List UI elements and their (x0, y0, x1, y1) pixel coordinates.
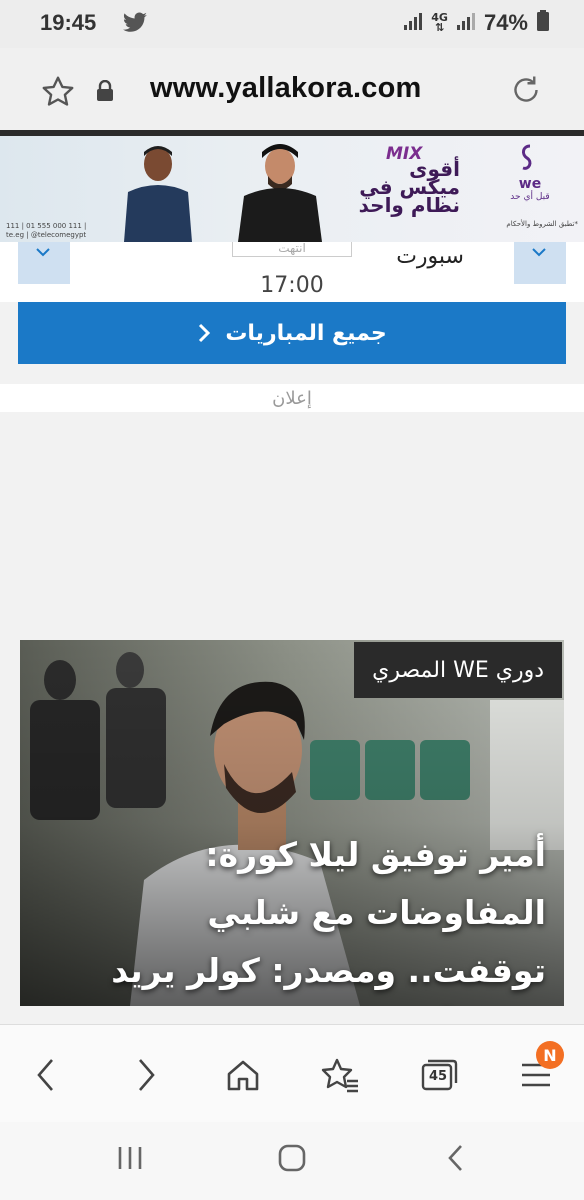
status-right-group: 4G ⇅ 74% (403, 10, 550, 36)
ad-label: إعلان (272, 388, 312, 409)
back-arrow-icon (37, 1059, 53, 1091)
match-status: انتهت (232, 242, 352, 257)
battery-icon (536, 10, 550, 36)
reload-icon[interactable] (508, 72, 544, 112)
recent-apps-icon (118, 1147, 142, 1169)
status-bar: 19:45 4G ⇅ 74% (0, 0, 584, 48)
twitter-icon (122, 12, 148, 38)
we-logo-icon (521, 144, 532, 170)
banner-person-left (124, 146, 192, 242)
news-headline[interactable]: أمير توفيق ليلا كورة: المفاوضات مع شلبي … (76, 826, 546, 1006)
forward-arrow-icon (139, 1059, 155, 1091)
signal-icon (403, 11, 423, 35)
bookmark-star-icon[interactable] (40, 74, 76, 114)
back-button[interactable] (22, 1051, 70, 1099)
home-button[interactable] (219, 1051, 267, 1099)
banner-person-right (238, 144, 322, 242)
battery-percent: 74% (483, 10, 528, 35)
all-matches-label: جميع المباريات (225, 320, 387, 346)
network-label: 4G (431, 11, 448, 24)
banner-brand: we قبل أي حد (500, 142, 560, 202)
bookmarks-button[interactable] (316, 1051, 364, 1099)
system-back-button[interactable] (432, 1138, 480, 1178)
home-icon (227, 1060, 259, 1091)
system-home-button[interactable] (268, 1138, 316, 1178)
banner-contact-text: 111 | 01 555 000 111 | te.eg | @telecome… (6, 222, 87, 239)
menu-notification-badge: N (536, 1041, 564, 1069)
tabs-button[interactable]: 45 (415, 1051, 463, 1099)
home-circle-icon (278, 1144, 306, 1172)
tab-count: 45 (429, 1069, 448, 1084)
browser-url-bar: www.yallakora.com (0, 48, 584, 132)
match-time: 17:00 (260, 273, 324, 298)
chevron-down-icon (532, 248, 546, 257)
lock-icon (96, 79, 114, 106)
section-gap (0, 366, 584, 384)
chevron-down-icon (36, 248, 50, 257)
status-time: 19:45 (40, 10, 97, 35)
banner-brand-name: we (518, 176, 542, 192)
news-category-tag[interactable]: دوري WE المصري (354, 642, 562, 698)
banner-headline: أقوى ميكس في نظام واحد (358, 157, 460, 217)
chevron-right-icon (199, 323, 211, 343)
match-team-name: سبورت (396, 244, 464, 269)
all-matches-button[interactable]: جميع المباريات (18, 302, 566, 364)
star-list-icon (321, 1058, 358, 1093)
back-chevron-icon (448, 1145, 462, 1171)
recent-apps-button[interactable] (106, 1138, 154, 1178)
system-nav-bar (0, 1122, 584, 1200)
banner-terms-text: *تطبق الشروط والأحكام (506, 220, 578, 228)
ad-placeholder (0, 412, 584, 640)
banner-brand-slogan: قبل أي حد (510, 192, 550, 202)
browser-bottom-nav: 45 N (0, 1024, 584, 1123)
signal-icon-2 (456, 11, 476, 35)
news-card[interactable]: دوري WE المصري أمير توفيق ليلا كورة: الم… (20, 640, 564, 1006)
ad-banner[interactable]: 111 | 01 555 000 111 | te.eg | @telecome… (0, 136, 584, 242)
news-below-gap (0, 1006, 584, 1026)
forward-button[interactable] (122, 1051, 170, 1099)
url-text[interactable]: www.yallakora.com (150, 72, 422, 105)
network-type: 4G ⇅ (431, 11, 448, 34)
